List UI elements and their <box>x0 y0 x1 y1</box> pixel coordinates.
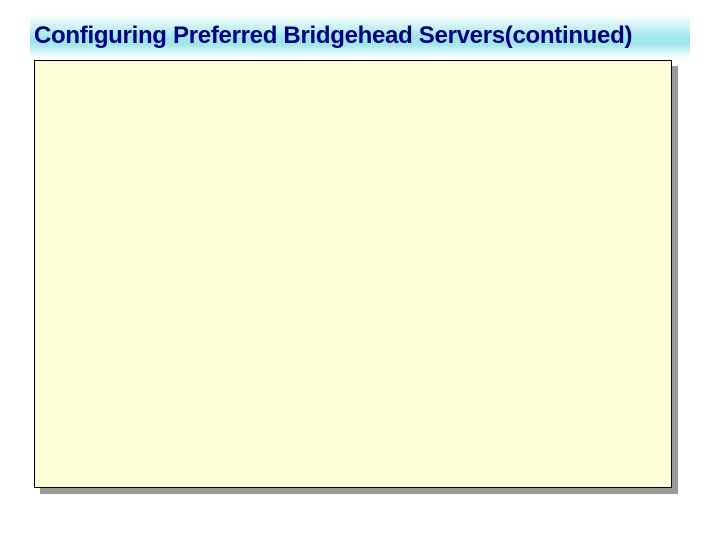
content-box <box>34 60 672 488</box>
slide-container: Configuring Preferred Bridgehead Servers… <box>0 0 720 540</box>
title-main-text: Configuring Preferred Bridgehead Servers <box>34 22 505 49</box>
title-bar: Configuring Preferred Bridgehead Servers… <box>30 14 690 58</box>
title-continued-text: (continued) <box>505 22 632 49</box>
slide-title: Configuring Preferred Bridgehead Servers… <box>34 22 632 50</box>
